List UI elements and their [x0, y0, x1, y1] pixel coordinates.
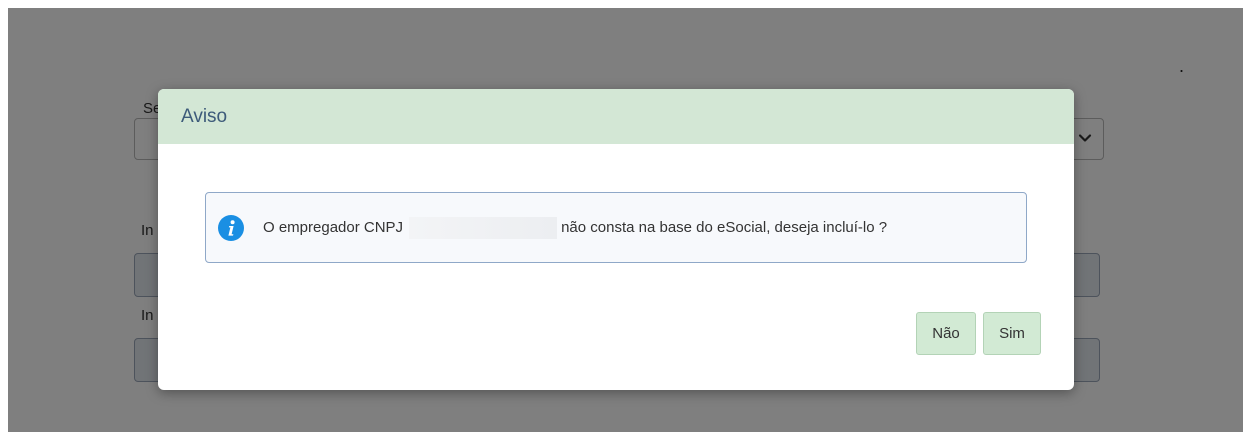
no-button[interactable]: Não: [916, 312, 976, 355]
redacted-cnpj: [409, 216, 558, 239]
window-edge-top: [0, 0, 1243, 8]
window-edge-left: [0, 0, 8, 432]
alert-message-suffix: não consta na base do eSocial, deseja in…: [561, 219, 888, 236]
modal-title: Aviso: [181, 105, 228, 127]
alert-message: O empregador CNPJ não consta na base do …: [263, 216, 888, 239]
info-icon: [218, 214, 244, 241]
alert-message-prefix: O empregador CNPJ: [263, 219, 404, 236]
modal-header: Aviso: [158, 89, 1074, 144]
warning-modal: Aviso O empregador CNPJ não consta na ba…: [158, 89, 1074, 390]
info-alert: O empregador CNPJ não consta na base do …: [205, 192, 1027, 263]
yes-button[interactable]: Sim: [983, 312, 1041, 355]
